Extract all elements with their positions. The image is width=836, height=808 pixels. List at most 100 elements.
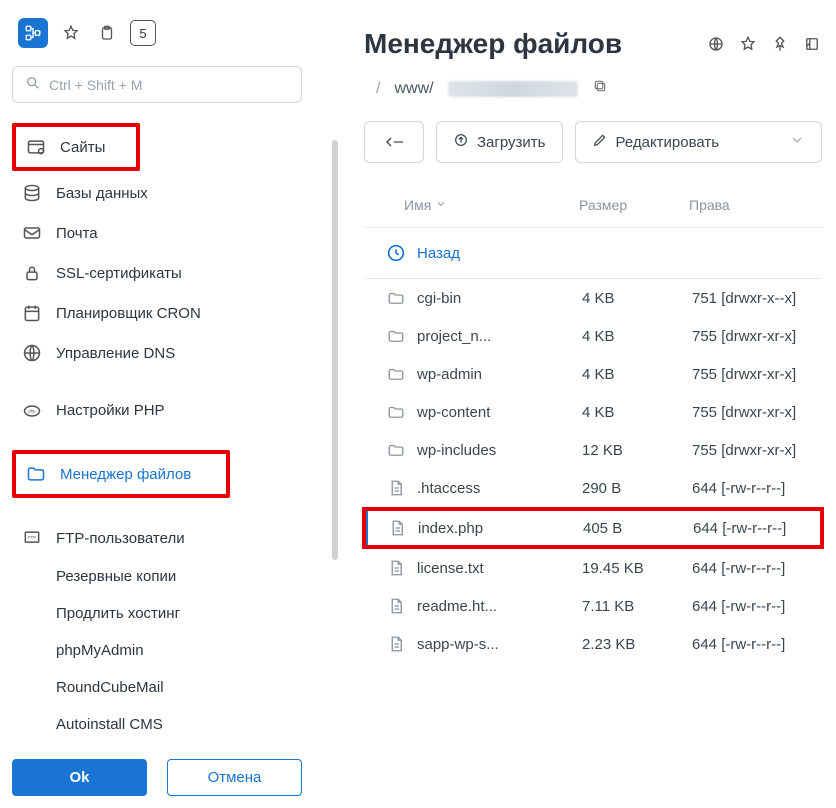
- chevron-down-icon: [789, 132, 805, 152]
- file-name: wp-includes: [417, 442, 582, 459]
- clipboard-icon[interactable]: [94, 20, 120, 46]
- sidebar-item-ssl[interactable]: SSL-сертификаты: [12, 253, 328, 293]
- sidebar-item-backups[interactable]: Резервные копии: [12, 558, 328, 595]
- sidebar-item-label: phpMyAdmin: [56, 642, 144, 659]
- lock-icon: [22, 263, 42, 283]
- file-permissions: 755 [drwxr-xr-x]: [692, 442, 806, 459]
- sidebar-item-phpmyadmin[interactable]: phpMyAdmin: [12, 632, 328, 669]
- sidebar-item-label: Сайты: [60, 139, 105, 156]
- back-button[interactable]: [364, 121, 424, 163]
- bottom-buttons: Ok Отмена: [12, 743, 302, 808]
- upload-icon: [453, 132, 469, 152]
- file-icon: [386, 519, 408, 537]
- col-perm-label[interactable]: Права: [689, 197, 806, 213]
- file-size: 19.45 KB: [582, 560, 692, 577]
- sidebar-search[interactable]: [12, 66, 302, 103]
- file-size: 290 B: [582, 480, 692, 497]
- star-icon[interactable]: [738, 34, 758, 54]
- folder-icon: [385, 441, 407, 459]
- file-row[interactable]: index.php405 B644 [-rw-r--r--]: [364, 509, 822, 547]
- sidebar-scrollbar[interactable]: [332, 140, 338, 560]
- sidebar-item-label: Почта: [56, 225, 98, 242]
- globe-link-icon[interactable]: [706, 34, 726, 54]
- sidebar-item-filemanager[interactable]: Менеджер файлов: [16, 454, 226, 494]
- sidebar-item-label: Настройки PHP: [56, 402, 165, 419]
- sidebar-item-label: FTP-пользователи: [56, 530, 185, 547]
- sort-chevron-icon[interactable]: [435, 197, 447, 213]
- folder-icon: [385, 327, 407, 345]
- breadcrumb: / www/: [364, 78, 822, 99]
- sidebar-item-label: Менеджер файлов: [60, 466, 191, 483]
- file-size: 7.11 KB: [582, 598, 692, 615]
- sidebar: 5 Сайты Базы данных: [0, 0, 340, 808]
- globe-icon: [22, 343, 42, 363]
- sidebar-item-label: SSL-сертификаты: [56, 265, 182, 282]
- sidebar-item-cron[interactable]: Планировщик CRON: [12, 293, 328, 333]
- file-row[interactable]: cgi-bin4 KB751 [drwxr-x--x]: [364, 279, 822, 317]
- sidebar-item-renew[interactable]: Продлить хостинг: [12, 595, 328, 632]
- col-size-label[interactable]: Размер: [579, 197, 689, 213]
- breadcrumb-current-blurred: [448, 81, 578, 97]
- sidebar-item-mail[interactable]: Почта: [12, 213, 328, 253]
- pin-icon[interactable]: [770, 34, 790, 54]
- file-permissions: 644 [-rw-r--r--]: [692, 480, 806, 497]
- number-box-icon[interactable]: 5: [130, 20, 156, 46]
- sidebar-top-icons: 5: [12, 18, 328, 48]
- pencil-icon: [592, 132, 608, 152]
- sites-icon: [26, 137, 46, 157]
- file-icon: [385, 559, 407, 577]
- file-size: 12 KB: [582, 442, 692, 459]
- star-icon[interactable]: [58, 20, 84, 46]
- upload-button[interactable]: Загрузить: [436, 121, 563, 163]
- file-name: wp-admin: [417, 366, 582, 383]
- sidebar-item-label: Autoinstall CMS: [56, 716, 163, 733]
- folder-icon: [385, 365, 407, 383]
- database-icon: [22, 183, 42, 203]
- tree-view-icon[interactable]: [18, 18, 48, 48]
- file-size: 2.23 KB: [582, 636, 692, 653]
- col-name-label[interactable]: Имя: [404, 197, 431, 213]
- expand-icon[interactable]: [802, 34, 822, 54]
- upload-label: Загрузить: [477, 134, 546, 151]
- sidebar-item-roundcube[interactable]: RoundCubeMail: [12, 669, 328, 706]
- file-row[interactable]: wp-admin4 KB755 [drwxr-xr-x]: [364, 355, 822, 393]
- file-list: Назад cgi-bin4 KB751 [drwxr-x--x]project…: [364, 228, 822, 663]
- toolbar: Загрузить Редактировать: [364, 121, 822, 163]
- php-icon: php: [22, 401, 42, 421]
- search-input[interactable]: [49, 77, 289, 93]
- sidebar-item-dns[interactable]: Управление DNS: [12, 333, 328, 373]
- file-permissions: 755 [drwxr-xr-x]: [692, 404, 806, 421]
- file-size: 4 KB: [582, 366, 692, 383]
- file-row-back[interactable]: Назад: [364, 228, 822, 279]
- file-row[interactable]: wp-includes12 KB755 [drwxr-xr-x]: [364, 431, 822, 469]
- sidebar-item-autoinstall[interactable]: Autoinstall CMS: [12, 706, 328, 743]
- file-permissions: 644 [-rw-r--r--]: [692, 598, 806, 615]
- file-name: wp-content: [417, 404, 582, 421]
- sidebar-item-sites[interactable]: Сайты: [16, 127, 136, 167]
- edit-button[interactable]: Редактировать: [575, 121, 823, 163]
- sidebar-item-label: Планировщик CRON: [56, 305, 201, 322]
- sidebar-item-ftp[interactable]: FTP FTP-пользователи: [12, 518, 328, 558]
- file-row[interactable]: license.txt19.45 KB644 [-rw-r--r--]: [364, 549, 822, 587]
- sidebar-item-databases[interactable]: Базы данных: [12, 173, 328, 213]
- calendar-icon: [22, 303, 42, 323]
- file-name: cgi-bin: [417, 290, 582, 307]
- breadcrumb-root[interactable]: /: [376, 80, 380, 98]
- ok-button[interactable]: Ok: [12, 759, 147, 796]
- copy-path-icon[interactable]: [592, 78, 608, 99]
- folder-icon: [385, 289, 407, 307]
- file-row[interactable]: .htaccess290 B644 [-rw-r--r--]: [364, 469, 822, 507]
- file-size: 4 KB: [582, 404, 692, 421]
- file-permissions: 644 [-rw-r--r--]: [693, 520, 806, 537]
- file-row[interactable]: project_n...4 KB755 [drwxr-xr-x]: [364, 317, 822, 355]
- file-row[interactable]: sapp-wp-s...2.23 KB644 [-rw-r--r--]: [364, 625, 822, 663]
- search-icon: [25, 75, 41, 94]
- file-name: license.txt: [417, 560, 582, 577]
- breadcrumb-www[interactable]: www/: [394, 80, 433, 98]
- file-row[interactable]: readme.ht...7.11 KB644 [-rw-r--r--]: [364, 587, 822, 625]
- file-name: readme.ht...: [417, 598, 582, 615]
- file-name: index.php: [418, 520, 583, 537]
- cancel-button[interactable]: Отмена: [167, 759, 302, 796]
- sidebar-item-php[interactable]: php Настройки PHP: [12, 391, 328, 431]
- file-row[interactable]: wp-content4 KB755 [drwxr-xr-x]: [364, 393, 822, 431]
